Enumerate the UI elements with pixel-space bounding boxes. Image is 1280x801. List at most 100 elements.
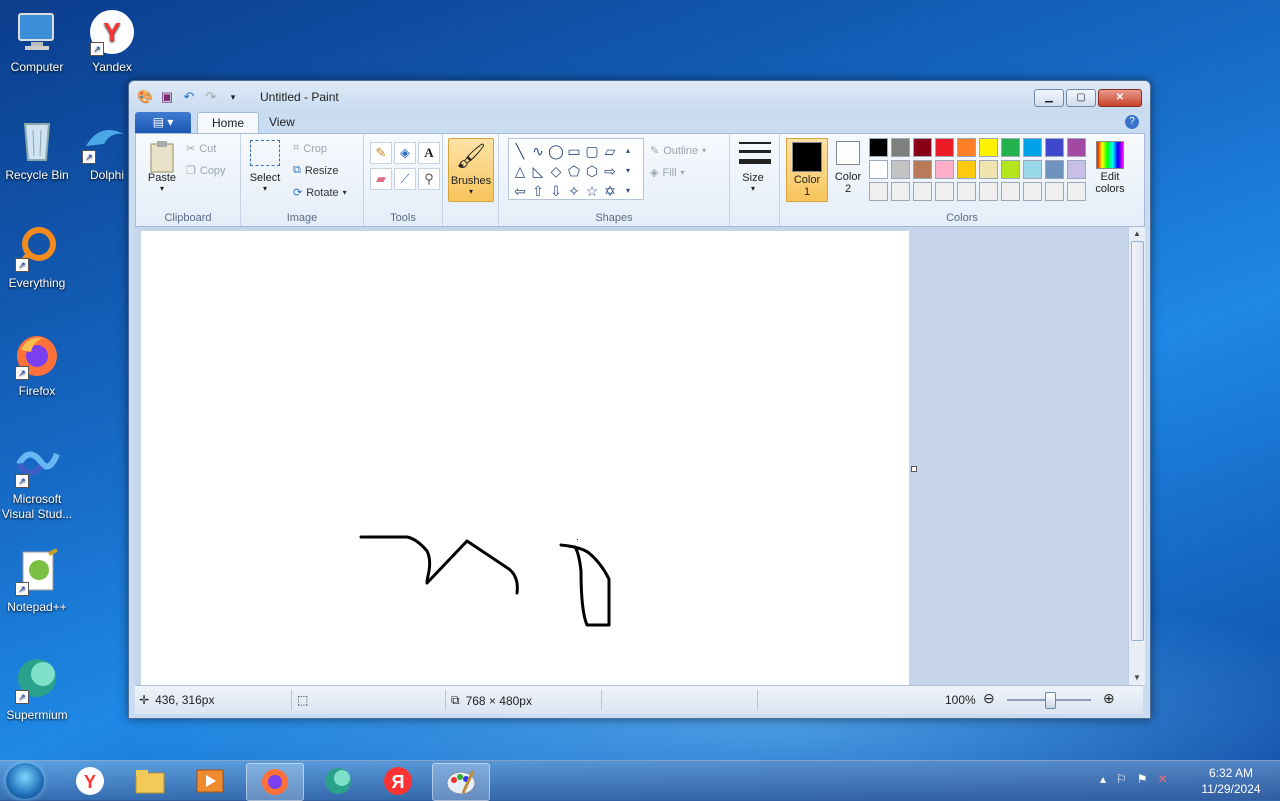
palette-color-swatch[interactable] [935,138,954,157]
canvas-resize-handle[interactable] [911,466,917,472]
fill-button[interactable]: ◈ Fill ▾ [650,166,685,180]
shape-five-point-star-icon[interactable]: ☆ [583,181,601,201]
palette-color-swatch[interactable] [1023,182,1042,201]
tab-home[interactable]: Home [197,112,260,134]
taskbar-supermium[interactable] [310,763,366,799]
desktop-icon-visual-studio[interactable]: ↗ Microsoft Visual Stud... [0,440,77,522]
palette-color-swatch[interactable] [1001,160,1020,179]
shape-rectangle-icon[interactable]: ▭ [565,141,583,161]
save-icon[interactable]: ▣ [159,89,175,105]
shape-curve-icon[interactable]: ∿ [529,141,547,161]
action-center-icon[interactable]: ⚐ [1116,772,1127,786]
shape-right-arrow-icon[interactable]: ⇨ [601,161,619,181]
shape-up-arrow-icon[interactable]: ⇧ [529,181,547,201]
scroll-up-arrow-icon[interactable]: ▲ [1129,227,1145,241]
shape-left-arrow-icon[interactable]: ⇦ [511,181,529,201]
close-button[interactable]: ✕ [1098,89,1142,107]
brushes-button[interactable]: 🖌 Brushes ▾ [448,138,494,202]
palette-color-swatch[interactable] [1023,160,1042,179]
palette-color-swatch[interactable] [891,160,910,179]
palette-color-swatch[interactable] [979,160,998,179]
palette-color-swatch[interactable] [1001,138,1020,157]
network-icon[interactable]: ✕ [1158,772,1168,786]
palette-color-swatch[interactable] [1067,138,1086,157]
shape-six-point-star-icon[interactable]: ✡ [601,181,619,201]
select-button[interactable]: Select ▾ [245,140,285,193]
desktop-icon-notepad-plus-plus[interactable]: ↗ Notepad++ [0,548,77,615]
shape-hexagon-icon[interactable]: ⬡ [583,161,601,181]
minimize-button[interactable]: ▁ [1034,89,1064,107]
zoom-out-icon[interactable]: ⊖ [983,690,995,707]
paint-app-icon[interactable]: 🎨 [137,89,153,105]
palette-color-swatch[interactable] [979,182,998,201]
scrollbar-thumb[interactable] [1131,241,1144,641]
start-button[interactable] [6,763,44,799]
color1-button[interactable]: Color 1 [786,138,828,202]
drawing-canvas[interactable] [141,231,909,686]
shape-pentagon-icon[interactable]: ⬠ [565,161,583,181]
palette-color-swatch[interactable] [913,160,932,179]
undo-icon[interactable]: ↶ [181,89,197,105]
scroll-down-icon[interactable]: ▾ [619,161,637,181]
taskbar-yandex-browser[interactable]: Я [370,763,426,799]
shape-four-point-star-icon[interactable]: ✧ [565,181,583,201]
palette-color-swatch[interactable] [1023,138,1042,157]
palette-color-swatch[interactable] [1045,138,1064,157]
palette-color-swatch[interactable] [1067,160,1086,179]
palette-color-swatch[interactable] [935,182,954,201]
shape-right-triangle-icon[interactable]: ◺ [529,161,547,181]
customize-dropdown-icon[interactable]: ▾ [225,89,241,105]
taskbar-media-player[interactable] [182,763,238,799]
cut-button[interactable]: ✂ Cut [186,142,216,156]
desktop-icon-recycle-bin[interactable]: Recycle Bin [0,116,77,183]
paste-button[interactable]: Paste ▾ [142,140,182,193]
shape-rounded-rectangle-icon[interactable]: ▢ [583,141,601,161]
file-menu-tab[interactable]: ▤ ▾ [135,112,191,133]
palette-color-swatch[interactable] [869,138,888,157]
copy-button[interactable]: ❐ Copy [186,164,226,178]
taskbar-firefox[interactable] [246,763,304,801]
redo-icon[interactable]: ↷ [203,89,219,105]
palette-color-swatch[interactable] [1067,182,1086,201]
shape-triangle-icon[interactable]: △ [511,161,529,181]
shape-line-icon[interactable]: ╲ [511,141,529,161]
palette-color-swatch[interactable] [869,160,888,179]
palette-color-swatch[interactable] [869,182,888,201]
palette-color-swatch[interactable] [1001,182,1020,201]
scroll-down-arrow-icon[interactable]: ▼ [1129,671,1145,685]
zoom-slider-thumb[interactable] [1045,692,1056,709]
shape-oval-icon[interactable]: ◯ [547,141,565,161]
crop-button[interactable]: ⌗ Crop [293,142,327,155]
palette-color-swatch[interactable] [891,182,910,201]
shape-down-arrow-icon[interactable]: ⇩ [547,181,565,201]
vertical-scrollbar[interactable]: ▲ ▼ [1128,227,1145,685]
text-tool-icon[interactable]: A [418,142,440,164]
flag-icon[interactable]: ⚑ [1137,772,1148,786]
rotate-button[interactable]: ⟳ Rotate ▾ [293,186,347,200]
magnifier-icon[interactable]: ⚲ [418,168,440,190]
size-button[interactable]: Size ▾ [733,140,773,193]
palette-color-swatch[interactable] [1045,182,1064,201]
palette-color-swatch[interactable] [957,182,976,201]
color2-button[interactable]: Color 2 [830,138,866,195]
pencil-icon[interactable]: ✎ [370,142,392,164]
palette-color-swatch[interactable] [957,160,976,179]
resize-button[interactable]: ⧉ Resize [293,164,338,177]
palette-color-swatch[interactable] [957,138,976,157]
color-picker-icon[interactable]: ⟋ [394,168,416,190]
desktop-icon-yandex[interactable]: Y ↗ Yandex [72,8,152,75]
desktop-icon-dolphin[interactable]: ↗ Dolphi [72,116,128,183]
fill-bucket-icon[interactable]: ◈ [394,142,416,164]
palette-color-swatch[interactable] [1045,160,1064,179]
tab-view[interactable]: View [255,112,309,133]
clock[interactable]: 6:32 AM 11/29/2024 [1194,765,1268,797]
shapes-more-icon[interactable]: ▾ [619,181,637,201]
palette-color-swatch[interactable] [891,138,910,157]
zoom-in-icon[interactable]: ⊕ [1103,690,1115,707]
shape-polygon-icon[interactable]: ▱ [601,141,619,161]
palette-color-swatch[interactable] [913,138,932,157]
eraser-icon[interactable]: ▰ [370,168,392,190]
outline-button[interactable]: ✎ Outline ▾ [650,144,706,158]
desktop-icon-supermium[interactable]: ↗ Supermium [0,656,77,723]
desktop-icon-computer[interactable]: Computer [0,8,77,75]
